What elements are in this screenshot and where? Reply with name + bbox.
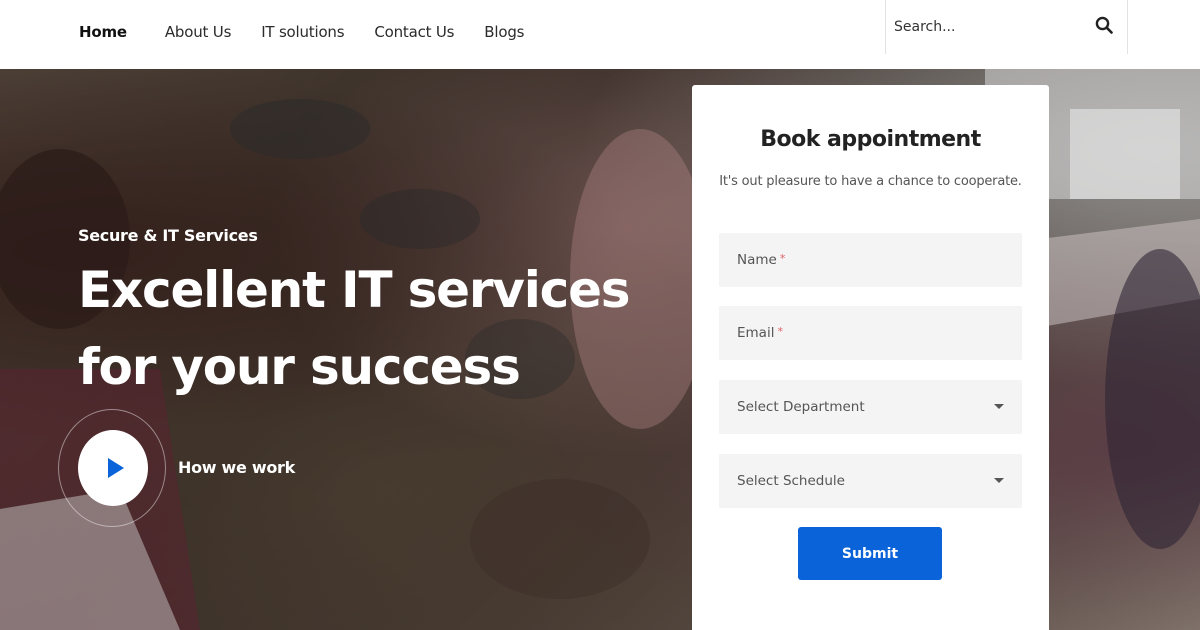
caret-down-icon [994,478,1004,483]
nav-about-us[interactable]: About Us [165,23,232,41]
nav-it-solutions[interactable]: IT solutions [261,23,344,41]
site-header: Home About Us IT solutions Contact Us Bl… [0,0,1200,69]
nav-home[interactable]: Home [79,23,127,41]
how-we-work-link[interactable]: How we work [178,458,295,477]
schedule-placeholder: Select Schedule [737,473,845,489]
headline-line-2: for your success [78,338,521,396]
search-icon[interactable] [1095,16,1113,34]
play-icon [107,458,124,478]
search-input[interactable] [894,19,1084,35]
name-placeholder: Name [737,252,777,268]
required-marker: * [779,252,786,265]
hero-eyebrow: Secure & IT Services [78,226,258,245]
play-video-button[interactable] [78,430,148,506]
headline-line-1: Excellent IT services [78,261,631,319]
email-field[interactable]: Email * [719,306,1022,360]
hero-headline: Excellent IT services for your success [78,252,678,406]
form-subtitle: It's out pleasure to have a chance to co… [719,174,1022,189]
submit-button[interactable]: Submit [798,527,942,580]
department-select[interactable]: Select Department [719,380,1022,434]
appointment-form-card: Book appointment It's out pleasure to ha… [692,85,1049,630]
schedule-select[interactable]: Select Schedule [719,454,1022,508]
nav-blogs[interactable]: Blogs [484,23,524,41]
caret-down-icon [994,404,1004,409]
email-placeholder: Email [737,325,775,341]
name-field[interactable]: Name * [719,233,1022,287]
search-box [885,0,1128,54]
form-title: Book appointment [760,127,981,152]
nav-contact-us[interactable]: Contact Us [374,23,454,41]
required-marker: * [777,325,783,338]
department-placeholder: Select Department [737,399,865,415]
main-nav: Home About Us IT solutions Contact Us Bl… [79,0,554,64]
